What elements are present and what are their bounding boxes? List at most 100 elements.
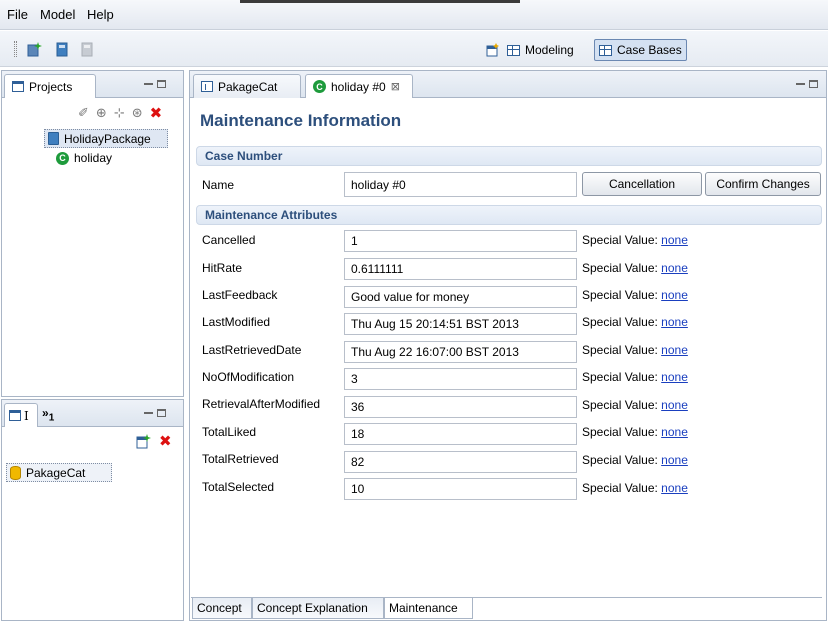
attribute-label: LastRetrievedDate bbox=[202, 343, 302, 357]
view-icon bbox=[12, 81, 24, 92]
list-item-label: PakageCat bbox=[26, 465, 86, 480]
section-maintenance-attributes[interactable]: Maintenance Attributes bbox=[196, 205, 822, 225]
maximize-icon[interactable] bbox=[157, 80, 166, 89]
list-item-pakagecat[interactable]: PakageCat bbox=[6, 463, 112, 482]
perspective-modeling[interactable]: Modeling bbox=[503, 39, 578, 61]
name-label: Name bbox=[202, 178, 235, 192]
toolbar-grip[interactable] bbox=[14, 41, 17, 57]
tree-item-holiday[interactable]: C holiday bbox=[56, 149, 112, 167]
attribute-value-field[interactable] bbox=[344, 341, 577, 363]
editor-page-tabs: Concept Concept Explanation Maintenance bbox=[191, 597, 822, 619]
tree-item-holidaypackage[interactable]: HolidayPackage bbox=[44, 129, 168, 148]
special-value: Special Value: none bbox=[582, 398, 688, 412]
attribute-label: RetrievalAfterModified bbox=[202, 397, 321, 411]
special-value: Special Value: none bbox=[582, 288, 688, 302]
special-value-label: Special Value: bbox=[582, 453, 658, 467]
case-base-view: I »1 ✖ PakageCat bbox=[1, 399, 184, 621]
delete-icon[interactable]: ✖ bbox=[159, 432, 172, 450]
tab-projects[interactable]: Projects bbox=[4, 74, 96, 98]
tab-pakagecat[interactable]: PakageCat bbox=[193, 74, 301, 98]
close-tab-icon[interactable]: ⊠ bbox=[391, 80, 400, 93]
special-value-link[interactable]: none bbox=[661, 370, 688, 384]
attribute-label: Cancelled bbox=[202, 233, 256, 247]
attribute-value-field[interactable] bbox=[344, 423, 577, 445]
editor-window-controls bbox=[796, 78, 818, 90]
attribute-value-field[interactable] bbox=[344, 368, 577, 390]
special-value: Special Value: none bbox=[582, 315, 688, 329]
attribute-value-field[interactable] bbox=[344, 258, 577, 280]
attribute-value-field[interactable] bbox=[344, 313, 577, 335]
special-value: Special Value: none bbox=[582, 425, 688, 439]
tab-concept-explanation[interactable]: Concept Explanation bbox=[252, 598, 384, 619]
special-value-link[interactable]: none bbox=[661, 453, 688, 467]
special-value-label: Special Value: bbox=[582, 398, 658, 412]
pin-icon[interactable]: ✐ bbox=[78, 105, 89, 121]
attribute-value-field[interactable] bbox=[344, 451, 577, 473]
attribute-label: TotalSelected bbox=[202, 480, 275, 494]
special-value-label: Special Value: bbox=[582, 425, 658, 439]
special-value: Special Value: none bbox=[582, 343, 688, 357]
attribute-label: LastModified bbox=[202, 315, 271, 329]
special-value-label: Special Value: bbox=[582, 343, 658, 357]
concept-icon: C bbox=[56, 151, 69, 165]
projects-toolbar: ✐ ⊕ ⊹ ⊛ ✖ bbox=[78, 104, 162, 122]
special-value-link[interactable]: none bbox=[661, 481, 688, 495]
confirm-changes-button[interactable]: Confirm Changes bbox=[705, 172, 821, 196]
special-value-link[interactable]: none bbox=[661, 315, 688, 329]
new-project-icon[interactable] bbox=[27, 42, 42, 57]
tab-maintenance[interactable]: Maintenance bbox=[384, 598, 473, 619]
concept-icon: C bbox=[313, 80, 326, 93]
view-window-controls bbox=[144, 407, 166, 419]
special-value-link[interactable]: none bbox=[661, 425, 688, 439]
database-icon bbox=[10, 465, 21, 480]
book-icon bbox=[48, 132, 59, 145]
tab-concept[interactable]: Concept bbox=[192, 598, 252, 619]
section-case-number[interactable]: Case Number bbox=[196, 146, 822, 166]
attribute-value-field[interactable] bbox=[344, 478, 577, 500]
attribute-label: HitRate bbox=[202, 261, 243, 275]
special-value-link[interactable]: none bbox=[661, 261, 688, 275]
name-field[interactable] bbox=[344, 172, 577, 197]
attribute-value-field[interactable] bbox=[344, 286, 577, 308]
open-perspective-icon[interactable] bbox=[486, 43, 500, 57]
special-value-link[interactable]: none bbox=[661, 233, 688, 247]
add-case-icon[interactable]: ⊛ bbox=[132, 105, 143, 121]
special-value-label: Special Value: bbox=[582, 233, 658, 247]
add-attribute-icon[interactable]: ⊹ bbox=[114, 105, 125, 121]
tree-item-label: HolidayPackage bbox=[64, 131, 151, 146]
projects-tabbar: Projects bbox=[2, 71, 183, 98]
attribute-value-field[interactable] bbox=[344, 230, 577, 252]
overflow-tabs-button[interactable]: »1 bbox=[42, 406, 54, 423]
menu-bar: File Model Help bbox=[0, 0, 828, 30]
table-icon bbox=[599, 44, 612, 56]
attribute-label: TotalRetrieved bbox=[202, 452, 279, 466]
maximize-icon[interactable] bbox=[157, 409, 166, 418]
maximize-icon[interactable] bbox=[809, 80, 818, 89]
perspective-case-bases[interactable]: Case Bases bbox=[594, 39, 687, 61]
menu-file[interactable]: File bbox=[7, 7, 28, 22]
tab-casebase[interactable]: I bbox=[4, 403, 38, 427]
projects-view: Projects ✐ ⊕ ⊹ ⊛ ✖ HolidayPackage C holi… bbox=[1, 70, 184, 397]
attribute-value-field[interactable] bbox=[344, 396, 577, 418]
new-case-base-icon[interactable] bbox=[136, 434, 151, 449]
minimize-icon[interactable] bbox=[144, 412, 153, 415]
special-value-label: Special Value: bbox=[582, 288, 658, 302]
menu-model[interactable]: Model bbox=[40, 7, 75, 22]
special-value-label: Special Value: bbox=[582, 261, 658, 275]
book-icon[interactable] bbox=[55, 42, 70, 57]
special-value-link[interactable]: none bbox=[661, 343, 688, 357]
special-value: Special Value: none bbox=[582, 233, 688, 247]
tab-holiday-0[interactable]: C holiday #0 ⊠ bbox=[305, 74, 413, 98]
special-value-link[interactable]: none bbox=[661, 288, 688, 302]
special-value-link[interactable]: none bbox=[661, 398, 688, 412]
special-value: Special Value: none bbox=[582, 481, 688, 495]
editor-tabbar: PakageCat C holiday #0 ⊠ bbox=[190, 71, 826, 98]
minimize-icon[interactable] bbox=[796, 83, 805, 86]
delete-icon[interactable]: ✖ bbox=[150, 104, 163, 122]
add-concept-icon[interactable]: ⊕ bbox=[96, 105, 107, 121]
menu-help[interactable]: Help bbox=[87, 7, 114, 22]
cancellation-button[interactable]: Cancellation bbox=[582, 172, 702, 196]
minimize-icon[interactable] bbox=[144, 83, 153, 86]
main-toolbar: Modeling Case Bases bbox=[0, 31, 828, 67]
window-edge bbox=[240, 0, 520, 3]
